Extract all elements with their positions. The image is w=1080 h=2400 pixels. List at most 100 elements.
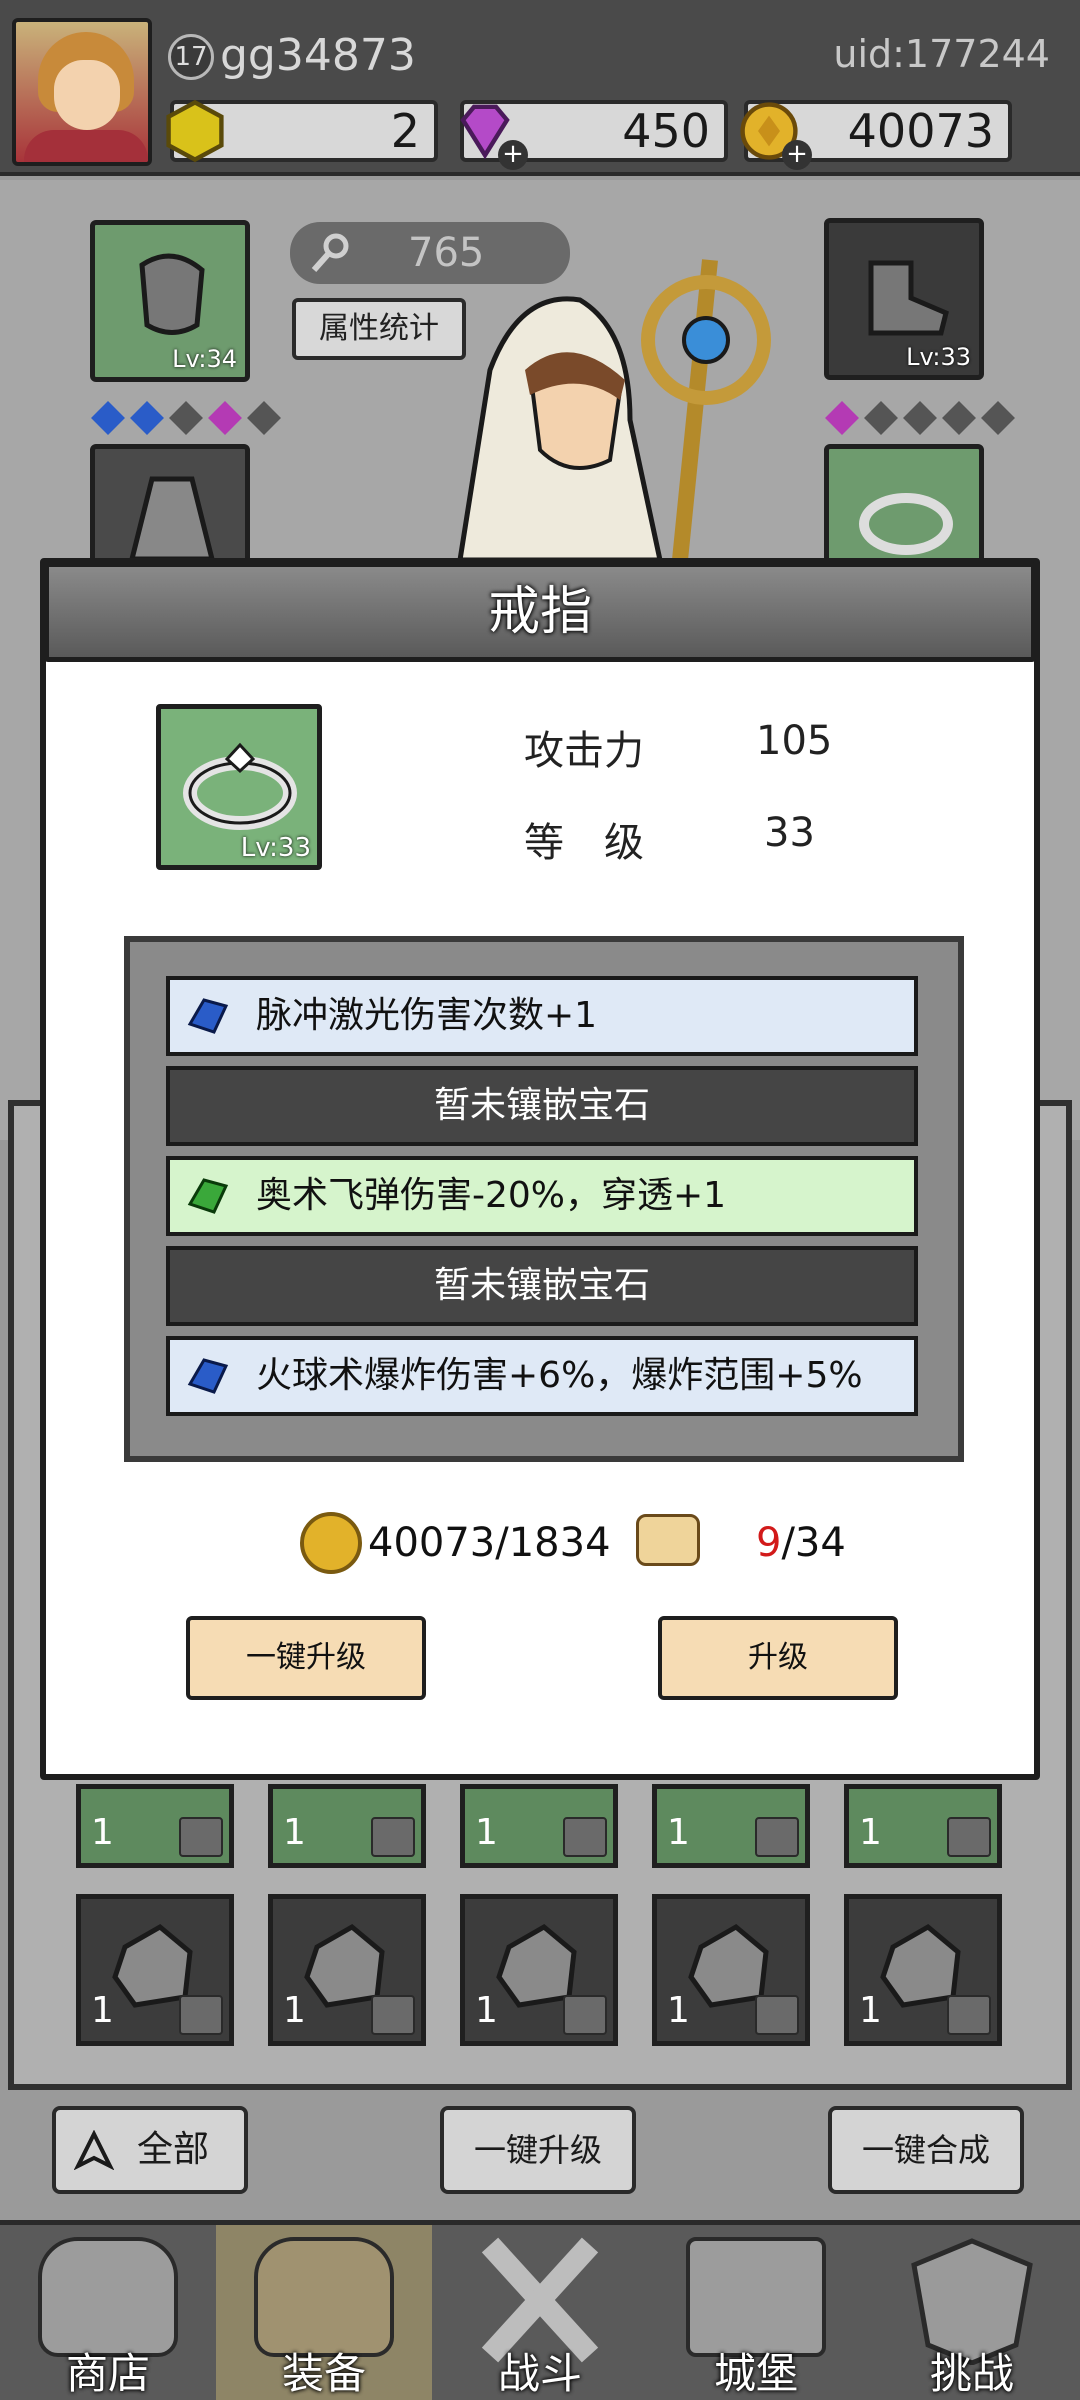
- nav-label: 挑战: [929, 2349, 1014, 2398]
- robe-icon: [128, 476, 216, 562]
- equip-slot-boot[interactable]: Lv:33: [824, 218, 984, 380]
- wrench-icon: [311, 233, 349, 272]
- green-gem-icon: [187, 1178, 229, 1214]
- ring-type-icon: [947, 1817, 991, 1857]
- player-uid: uid:177244: [833, 32, 1050, 76]
- gem-slot-text: 火球术爆炸伤害+6%，爆炸范围+5%: [256, 1355, 863, 1396]
- robe-type-icon: [371, 1995, 415, 2035]
- staff-type-icon: [179, 1817, 223, 1857]
- item-count: 1: [91, 1990, 114, 2031]
- item-count: 1: [667, 1990, 690, 2031]
- bottom-navigation: 商店 装备 战斗 城堡 挑战: [0, 2220, 1080, 2400]
- filter-all-label: 全部: [136, 2129, 209, 2170]
- bag-item-green-gem[interactable]: 1: [76, 1784, 234, 1868]
- hero-character-mage: [457, 259, 771, 560]
- ring-icon: [859, 493, 953, 555]
- nav-label: 装备: [281, 2349, 366, 2398]
- helmet-type-icon: [755, 1817, 799, 1857]
- player-username: gg34873: [220, 30, 416, 81]
- bag-one-click-upgrade-button[interactable]: 一键升级: [440, 2106, 636, 2194]
- bag-item-green-gem[interactable]: 1: [460, 1784, 618, 1868]
- scroll-icon: [636, 1514, 700, 1566]
- one-click-upgrade-button[interactable]: 一键升级: [186, 1616, 426, 1700]
- coin-icon: [300, 1512, 362, 1574]
- gem-slot-4[interactable]: 暂未镶嵌宝石: [166, 1246, 918, 1326]
- nav-tab-challenge[interactable]: 挑战: [864, 2225, 1080, 2400]
- bag-item-green-gem[interactable]: 1: [652, 1784, 810, 1868]
- add-diamond-icon[interactable]: +: [498, 140, 528, 170]
- gem-socket-empty: [903, 401, 938, 435]
- gem-socket-empty: [864, 401, 899, 435]
- scroll-need: /34: [781, 1520, 846, 1566]
- bag-item-stone[interactable]: 1: [652, 1894, 810, 2046]
- item-count: 1: [91, 1812, 114, 1853]
- add-coin-icon[interactable]: +: [782, 140, 812, 170]
- coin-cost: 40073/1834: [368, 1520, 611, 1566]
- robe-type-icon: [563, 1995, 607, 2035]
- gem-socket-empty: [942, 401, 977, 435]
- item-count: 1: [859, 1812, 882, 1853]
- gem-socket-blue: [130, 401, 165, 435]
- item-count: 1: [283, 1990, 306, 2031]
- top-status-bar: 17 gg34873 uid:177244 2 + 450 + 40073: [0, 0, 1080, 176]
- item-count: 1: [475, 1990, 498, 2031]
- bag-item-stone[interactable]: 1: [844, 1894, 1002, 2046]
- ring-icon: [183, 742, 297, 830]
- attack-label: 攻击力: [524, 728, 644, 774]
- equip-slot-robe[interactable]: [90, 444, 250, 574]
- hex-gem-value: 2: [390, 104, 420, 158]
- hex-gem-icon: [166, 99, 224, 163]
- helmet-type-icon: [563, 1817, 607, 1857]
- scroll-have: 9: [756, 1520, 782, 1566]
- item-count: 1: [859, 1990, 882, 2031]
- boot-gem-sockets: [825, 401, 1020, 435]
- item-count: 1: [283, 1812, 306, 1853]
- bag-item-stone[interactable]: 1: [268, 1894, 426, 2046]
- slot-level: Lv:33: [906, 343, 971, 371]
- boot-type-icon: [947, 1995, 991, 2035]
- nav-label: 商店: [65, 2349, 150, 2398]
- nav-tab-castle[interactable]: 城堡: [648, 2225, 864, 2400]
- gauntlet-icon: [139, 253, 205, 335]
- robe-type-icon: [755, 1995, 799, 2035]
- coin-counter[interactable]: + 40073: [740, 100, 1012, 170]
- scroll-cost: 9/34: [756, 1520, 846, 1566]
- gem-slot-1[interactable]: 脉冲激光伤害次数+1: [166, 976, 918, 1056]
- gem-socket-empty: [981, 401, 1016, 435]
- gem-slot-2[interactable]: 暂未镶嵌宝石: [166, 1066, 918, 1146]
- gauntlet-gem-sockets: [91, 401, 286, 435]
- item-count: 1: [475, 1812, 498, 1853]
- player-avatar[interactable]: [12, 18, 152, 166]
- item-level: Lv:33: [240, 833, 311, 863]
- item-count: 1: [667, 1812, 690, 1853]
- gem-socket-empty: [247, 401, 282, 435]
- bag-item-green-gem[interactable]: 1: [268, 1784, 426, 1868]
- nav-tab-battle[interactable]: 战斗: [432, 2225, 648, 2400]
- diamond-counter[interactable]: + 450: [460, 100, 728, 170]
- gem-socket-panel: 脉冲激光伤害次数+1 暂未镶嵌宝石 奥术飞弹伤害-20%，穿透+1 暂未镶嵌宝石…: [124, 936, 964, 1462]
- shop-hut-icon: [38, 2237, 178, 2357]
- gem-slot-5[interactable]: 火球术爆炸伤害+6%，爆炸范围+5%: [166, 1336, 918, 1416]
- gem-slot-text: 奥术飞弹伤害-20%，穿透+1: [256, 1175, 727, 1216]
- gem-socket-empty: [169, 401, 204, 435]
- bag-item-stone[interactable]: 1: [460, 1894, 618, 2046]
- level-label: 等 级: [524, 820, 644, 866]
- bag-item-stone[interactable]: 1: [76, 1894, 234, 2046]
- upgrade-button[interactable]: 升级: [658, 1616, 898, 1700]
- equip-slot-gauntlet[interactable]: Lv:34: [90, 220, 250, 382]
- filter-all-button[interactable]: 全部: [52, 2106, 248, 2194]
- coin-value: 40073: [847, 104, 994, 158]
- gem-slot-3[interactable]: 奥术飞弹伤害-20%，穿透+1: [166, 1156, 918, 1236]
- diamond-value: 450: [622, 104, 710, 158]
- boot-icon: [868, 260, 949, 336]
- gem-socket-purple: [208, 401, 243, 435]
- gem-socket-blue: [91, 401, 125, 435]
- nav-tab-equipment[interactable]: 装备: [216, 2225, 432, 2400]
- equip-slot-ring[interactable]: [824, 444, 984, 574]
- nav-tab-shop[interactable]: 商店: [0, 2225, 216, 2400]
- dialog-title: 戒指: [44, 562, 1036, 662]
- ring-type-icon: [179, 1995, 223, 2035]
- item-icon-ring: Lv:33: [156, 704, 322, 870]
- one-click-merge-button[interactable]: 一键合成: [828, 2106, 1024, 2194]
- bag-item-green-gem[interactable]: 1: [844, 1784, 1002, 1868]
